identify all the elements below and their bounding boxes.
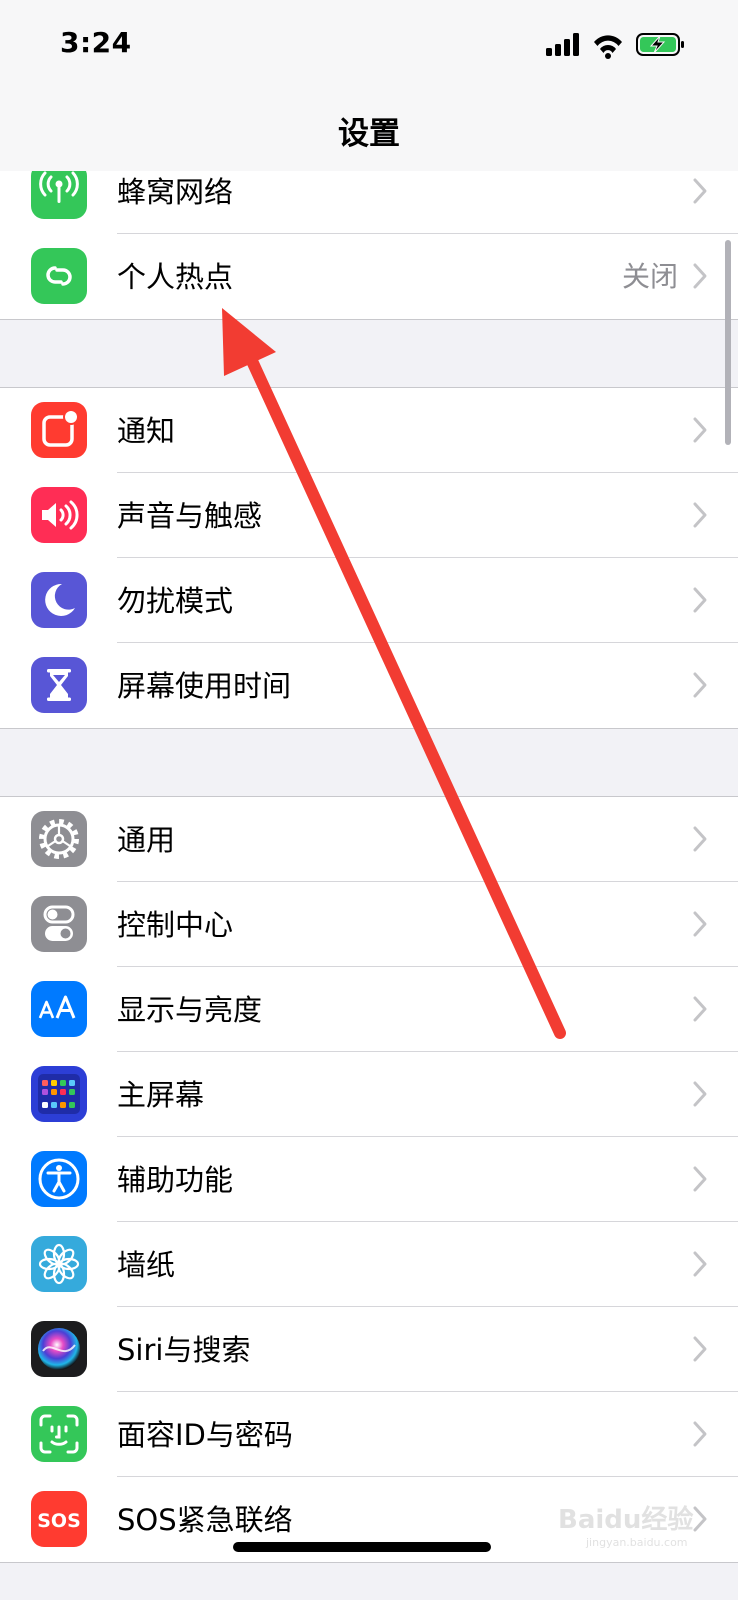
row-label-cellular: 蜂窝网络 [117,175,234,209]
row-label-accessibility: 辅助功能 [117,1163,234,1197]
row-label-notifications: 通知 [117,414,176,448]
chevron-right-icon [693,826,707,852]
chevron-right-icon [693,502,707,528]
sos-icon: SOS [31,1491,87,1547]
speaker-icon [31,487,87,543]
row-label-control-center: 控制中心 [117,908,234,942]
chevron-right-icon [693,911,707,937]
row-label-emergency-sos: SOS紧急联络 [117,1503,293,1537]
settings-row-control-center[interactable]: 控制中心 [0,882,738,967]
settings-list[interactable]: 蜂窝网络 个人热点 关闭 通知 声音与触感 勿扰模式 屏幕使用时间 通用 控制中… [0,171,738,1600]
row-label-general: 通用 [117,823,176,857]
settings-row-cellular[interactable]: 蜂窝网络 [0,171,738,234]
row-label-sounds-haptics: 声音与触感 [117,499,263,533]
settings-row-screen-time[interactable]: 屏幕使用时间 [0,643,738,728]
settings-row-accessibility[interactable]: 辅助功能 [0,1137,738,1222]
chevron-right-icon [693,996,707,1022]
home-screen-grid-icon [31,1066,87,1122]
cellular-antenna-icon [31,171,87,219]
chevron-right-icon [693,417,707,443]
settings-row-notifications[interactable]: 通知 [0,388,738,473]
settings-row-wallpaper[interactable]: 墙纸 [0,1222,738,1307]
row-label-display-brightness: 显示与亮度 [117,993,263,1027]
settings-row-face-id-passcode[interactable]: 面容ID与密码 [0,1392,738,1477]
row-label-do-not-disturb: 勿扰模式 [117,584,234,618]
cellular-signal-icon [546,33,579,56]
row-label-wallpaper: 墙纸 [117,1248,176,1282]
battery-charging-icon [636,33,684,56]
status-bar: 3:24 [0,0,738,90]
row-label-face-id-passcode: 面容ID与密码 [117,1418,293,1452]
hourglass-icon [31,657,87,713]
personal-hotspot-status: 关闭 [621,260,678,293]
gear-icon [31,811,87,867]
face-id-icon [31,1406,87,1462]
row-label-personal-hotspot: 个人热点 [117,260,234,294]
row-label-siri-search: Siri与搜索 [117,1333,251,1367]
settings-row-siri-search[interactable]: Siri与搜索 [0,1307,738,1392]
status-time: 3:24 [60,26,132,59]
chevron-right-icon [693,1166,707,1192]
settings-group-connectivity: 蜂窝网络 个人热点 关闭 [0,171,738,320]
toggle-switches-icon [31,896,87,952]
accessibility-person-icon [31,1151,87,1207]
settings-row-general[interactable]: 通用 [0,797,738,882]
home-indicator[interactable] [233,1542,491,1552]
chevron-right-icon [693,178,707,204]
svg-text:SOS: SOS [37,1510,81,1532]
scroll-indicator[interactable] [725,240,731,445]
row-label-home-screen: 主屏幕 [117,1078,205,1112]
navigation-bar: 设置 [0,90,738,172]
chevron-right-icon [693,587,707,613]
settings-group-general: 通用 控制中心 显示与亮度 主屏幕 辅助功能 墙纸 Siri与搜索 面容ID与密… [0,796,738,1563]
watermark-text: Baidu经验 [558,1504,693,1535]
chevron-right-icon [693,1421,707,1447]
siri-orb-icon [31,1321,87,1377]
baidu-watermark: Baidu经验 jingyan.baidu.com [556,1488,726,1558]
notifications-icon [31,402,87,458]
watermark-subtext: jingyan.baidu.com [585,1536,688,1549]
wifi-icon [594,35,622,59]
page-title: 设置 [338,116,400,152]
settings-row-personal-hotspot[interactable]: 个人热点 关闭 [0,234,738,319]
chevron-right-icon [693,672,707,698]
settings-row-do-not-disturb[interactable]: 勿扰模式 [0,558,738,643]
settings-group-notifications: 通知 声音与触感 勿扰模式 屏幕使用时间 [0,387,738,729]
chevron-right-icon [693,263,707,289]
moon-icon [31,572,87,628]
status-icons [546,30,696,60]
chevron-right-icon [693,1251,707,1277]
row-label-screen-time: 屏幕使用时间 [117,669,292,703]
settings-row-display-brightness[interactable]: 显示与亮度 [0,967,738,1052]
settings-row-sounds-haptics[interactable]: 声音与触感 [0,473,738,558]
chevron-right-icon [693,1081,707,1107]
personal-hotspot-icon [31,248,87,304]
flower-icon [31,1236,87,1292]
text-size-icon [31,981,87,1037]
chevron-right-icon [693,1336,707,1362]
settings-row-home-screen[interactable]: 主屏幕 [0,1052,738,1137]
